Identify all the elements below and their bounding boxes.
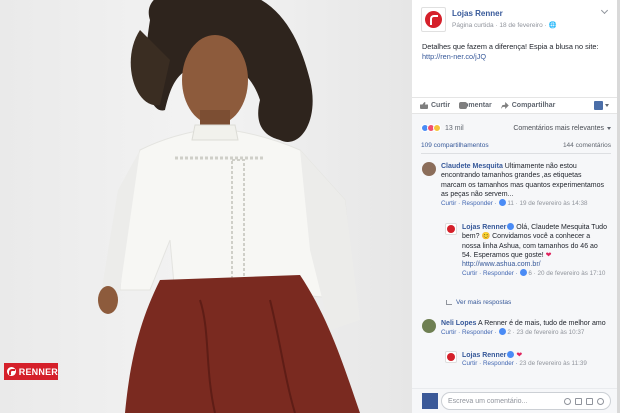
comment-composer: Escreva um comentário... (412, 388, 617, 413)
like-reaction-icon (499, 199, 507, 207)
post-text: Detalhes que fazem a diferença! Espia a … (422, 42, 599, 61)
heart-icon: ❤ (516, 352, 523, 359)
caret-down-icon (605, 104, 609, 107)
share-icon (500, 102, 509, 109)
renner-logo-icon (425, 11, 442, 28)
post-link[interactable]: http://ren-ner.co/jJQ (422, 52, 486, 61)
comment-author[interactable]: Neli Lopes (441, 320, 476, 327)
avatar (422, 393, 438, 409)
camera-icon[interactable] (575, 397, 582, 405)
post-options-chevron-icon[interactable] (600, 6, 609, 15)
shares-count[interactable]: 109 compartilhamentos (421, 142, 489, 149)
renner-logo-badge: RENNER (4, 363, 58, 380)
page-name-link[interactable]: Lojas Renner (452, 9, 557, 18)
comment-actions[interactable]: Curtir · Responder · (441, 200, 498, 207)
renner-logo-icon (447, 353, 455, 361)
post-stats: 109 compartilhamentos 144 comentários (421, 142, 611, 154)
reaction-count[interactable]: 13 mil (445, 125, 464, 132)
avatar[interactable] (445, 223, 457, 235)
comment-item: Neli Lopes A Renner é de mais, tudo de m… (422, 319, 608, 338)
avatar (594, 101, 603, 110)
reply-item: Lojas Renner Olá, Claudete Mesquita Tudo… (445, 223, 607, 279)
more-replies-link[interactable]: Ver mais respostas (446, 299, 511, 306)
comment-text: Claudete Mesquita Ultimamente não estou … (441, 163, 605, 198)
comment-link[interactable]: http://www.ashua.com.br/ (462, 261, 541, 268)
post-as-selector[interactable] (594, 101, 609, 110)
post-header: Lojas Renner Página curtida · 18 de feve… (421, 7, 557, 32)
comment-meta: Curtir · Responder · 23 de fevereiro às … (462, 360, 587, 368)
wow-reaction-icon[interactable] (433, 124, 441, 132)
like-button[interactable]: Curtir (420, 102, 450, 109)
avatar[interactable] (422, 162, 436, 176)
comment-item: Claudete Mesquita Ultimamente não estou … (422, 162, 608, 209)
reply-arrow-icon (446, 300, 452, 305)
comment-actions[interactable]: Curtir · Responder · (441, 329, 498, 336)
comment-actions[interactable]: Curtir · Responder · (462, 360, 519, 367)
like-reaction-icon (499, 328, 507, 336)
comment-sort-dropdown[interactable]: Comentários mais relevantes (513, 125, 611, 132)
reply-item: Lojas Renner ❤ Curtir · Responder · 23 d… (445, 351, 607, 369)
avatar[interactable] (445, 351, 457, 363)
post-action-bar: Curtir Comentar Compartilhar (412, 97, 617, 114)
comment-meta: Curtir · Responder · 6 · 20 de fevereiro… (462, 269, 606, 278)
comment-meta: Curtir · Responder · 11 · 19 de fevereir… (441, 199, 588, 208)
post-photo[interactable]: RENNER (0, 0, 412, 413)
caret-down-icon (607, 126, 611, 130)
comment-author[interactable]: Lojas Renner (462, 224, 506, 231)
gif-icon[interactable] (586, 397, 593, 405)
page-avatar[interactable] (421, 7, 446, 32)
heart-icon: ❤ (545, 251, 552, 259)
emoji-icon[interactable] (564, 397, 571, 405)
share-button[interactable]: Compartilhar (500, 102, 555, 109)
comment-text: Lojas Renner ❤ (462, 351, 587, 360)
screen: RENNER Lojas Renner Página curtida · 18 … (0, 0, 620, 413)
comment-author[interactable]: Lojas Renner (462, 352, 506, 359)
comment-text: Lojas Renner Olá, Claudete Mesquita Tudo… (462, 223, 607, 269)
comments-count[interactable]: 144 comentários (563, 142, 611, 149)
renner-mark-icon (7, 367, 16, 376)
thumbs-up-icon (420, 102, 428, 109)
reactions-summary: 13 mil Comentários mais relevantes (421, 124, 611, 132)
comment-meta: Curtir · Responder · 2 · 23 de fevereiro… (441, 328, 585, 337)
comment-button[interactable]: Comentar (459, 102, 492, 109)
post-meta: Página curtida · 18 de fevereiro · 🌐 (452, 22, 557, 29)
sticker-icon[interactable] (597, 397, 604, 405)
model-illustration (98, 0, 360, 413)
comment-author[interactable]: Claudete Mesquita (441, 163, 503, 170)
comment-actions[interactable]: Curtir · Responder · (462, 270, 519, 277)
comment-icon (459, 102, 468, 109)
comment-input[interactable]: Escreva um comentário... (441, 392, 611, 410)
comment-text: Neli Lopes A Renner é de mais, tudo de m… (441, 320, 606, 327)
renner-logo-icon (447, 225, 455, 233)
like-reaction-icon (520, 269, 528, 277)
avatar[interactable] (422, 319, 436, 333)
